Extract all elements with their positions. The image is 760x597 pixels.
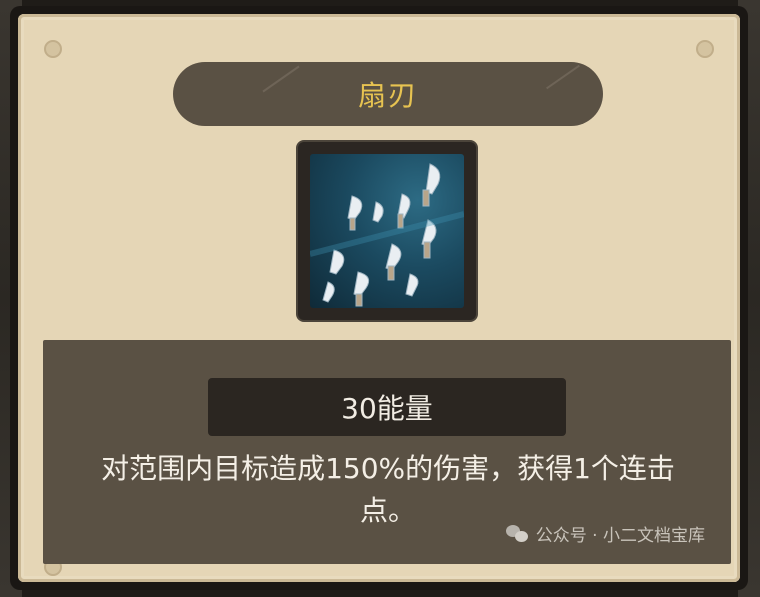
skill-icon-frame[interactable]: [298, 142, 476, 320]
corner-ornament: [696, 40, 714, 58]
energy-cost: 30能量: [341, 392, 433, 425]
screen-background: 扇刃 30能量 对范围内目标造成150%的伤害，获得1个连击点。 公众号 · 小…: [0, 0, 760, 597]
skill-card: 扇刃 30能量 对范围内目标造成150%的伤害，获得1个连击点。 公众号 · 小…: [10, 6, 748, 590]
skill-title: 扇刃: [357, 79, 418, 112]
skill-title-bar: 扇刃: [173, 62, 603, 126]
energy-cost-box: 30能量: [208, 378, 566, 436]
wechat-icon: [505, 524, 528, 543]
skill-description-panel: 30能量 对范围内目标造成150%的伤害，获得1个连击点。 公众号 · 小二文档…: [43, 340, 731, 564]
watermark: 公众号 · 小二文档宝库: [505, 521, 705, 546]
title-bar-scratch: [546, 64, 580, 90]
watermark-text: 公众号 · 小二文档宝库: [535, 526, 705, 546]
skill-card-parchment: 扇刃 30能量 对范围内目标造成150%的伤害，获得1个连击点。 公众号 · 小…: [18, 14, 740, 582]
corner-ornament: [44, 40, 62, 58]
skill-description: 对范围内目标造成150%的伤害，获得1个连击点。: [101, 452, 675, 527]
fan-blades-icon-art: [310, 163, 464, 307]
title-bar-scratch: [262, 65, 300, 93]
fan-blades-icon: [310, 154, 464, 308]
